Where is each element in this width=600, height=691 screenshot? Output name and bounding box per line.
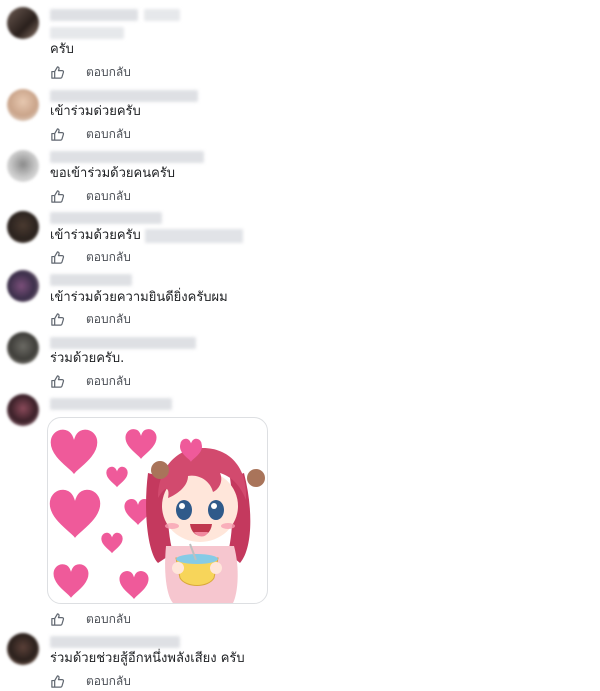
sticker[interactable]	[47, 417, 268, 604]
commenter-name[interactable]	[50, 90, 198, 102]
mentioned-name[interactable]	[144, 228, 243, 243]
comment-text: ขอเข้าร่วมด้วยคนครับ	[50, 166, 176, 181]
reply-link[interactable]: ตอบกลับ	[86, 125, 131, 144]
anime-girl-hearts-sticker	[48, 427, 265, 603]
thumbs-up-icon[interactable]	[50, 674, 65, 689]
avatar[interactable]	[7, 150, 39, 182]
comment-actions: ตอบกลับ	[50, 611, 131, 627]
thumbs-up-icon[interactable]	[50, 189, 65, 204]
commenter-subtitle	[50, 27, 124, 39]
avatar[interactable]	[7, 7, 39, 39]
commenter-name[interactable]	[50, 636, 180, 648]
avatar[interactable]	[7, 394, 39, 426]
commenter-name[interactable]	[50, 274, 132, 286]
comment-text: ร่วมด้วยช่วยสู้อีกหนึ่งพลังเสียง ครับ	[50, 651, 245, 666]
reply-link[interactable]: ตอบกลับ	[86, 372, 131, 391]
commenter-name[interactable]	[50, 398, 172, 410]
avatar[interactable]	[7, 270, 39, 302]
thumbs-up-icon[interactable]	[50, 65, 65, 80]
thumbs-up-icon[interactable]	[50, 374, 65, 389]
thumbs-up-icon[interactable]	[50, 250, 65, 265]
reply-link[interactable]: ตอบกลับ	[86, 310, 131, 329]
comment-actions: ตอบกลับ	[50, 673, 131, 689]
comment-text: เข้าร่วมด้วยครับ	[50, 227, 243, 245]
comment-text: เข้าร่วมด่วยครับ	[50, 104, 141, 119]
reply-link[interactable]: ตอบกลับ	[86, 63, 131, 82]
reply-link[interactable]: ตอบกลับ	[86, 248, 131, 267]
commenter-name[interactable]	[50, 9, 138, 21]
avatar[interactable]	[7, 89, 39, 121]
comment-text-content: เข้าร่วมด้วยครับ	[50, 228, 141, 243]
comment-text: เข้าร่วมด้วยความยินดียิ่งครับผม	[50, 290, 228, 305]
avatar[interactable]	[7, 211, 39, 243]
thumbs-up-icon[interactable]	[50, 127, 65, 142]
avatar[interactable]	[7, 332, 39, 364]
commenter-name[interactable]	[50, 212, 162, 224]
comment-actions: ตอบกลับ	[50, 249, 131, 265]
commenter-name[interactable]	[50, 337, 196, 349]
thumbs-up-icon[interactable]	[50, 612, 65, 627]
commenter-name-extra	[144, 9, 180, 21]
comment-actions: ตอบกลับ	[50, 188, 131, 204]
reply-link[interactable]: ตอบกลับ	[86, 610, 131, 629]
comment-text: ครับ	[50, 42, 74, 57]
reply-link[interactable]: ตอบกลับ	[86, 187, 131, 206]
reply-link[interactable]: ตอบกลับ	[86, 672, 131, 691]
comment-actions: ตอบกลับ	[50, 311, 131, 327]
comment-actions: ตอบกลับ	[50, 64, 131, 80]
avatar[interactable]	[7, 633, 39, 665]
thumbs-up-icon[interactable]	[50, 312, 65, 327]
commenter-name[interactable]	[50, 151, 204, 163]
comment-text: ร่วมด้วยครับ.	[50, 351, 125, 366]
comment-actions: ตอบกลับ	[50, 126, 131, 142]
comment-actions: ตอบกลับ	[50, 373, 131, 389]
